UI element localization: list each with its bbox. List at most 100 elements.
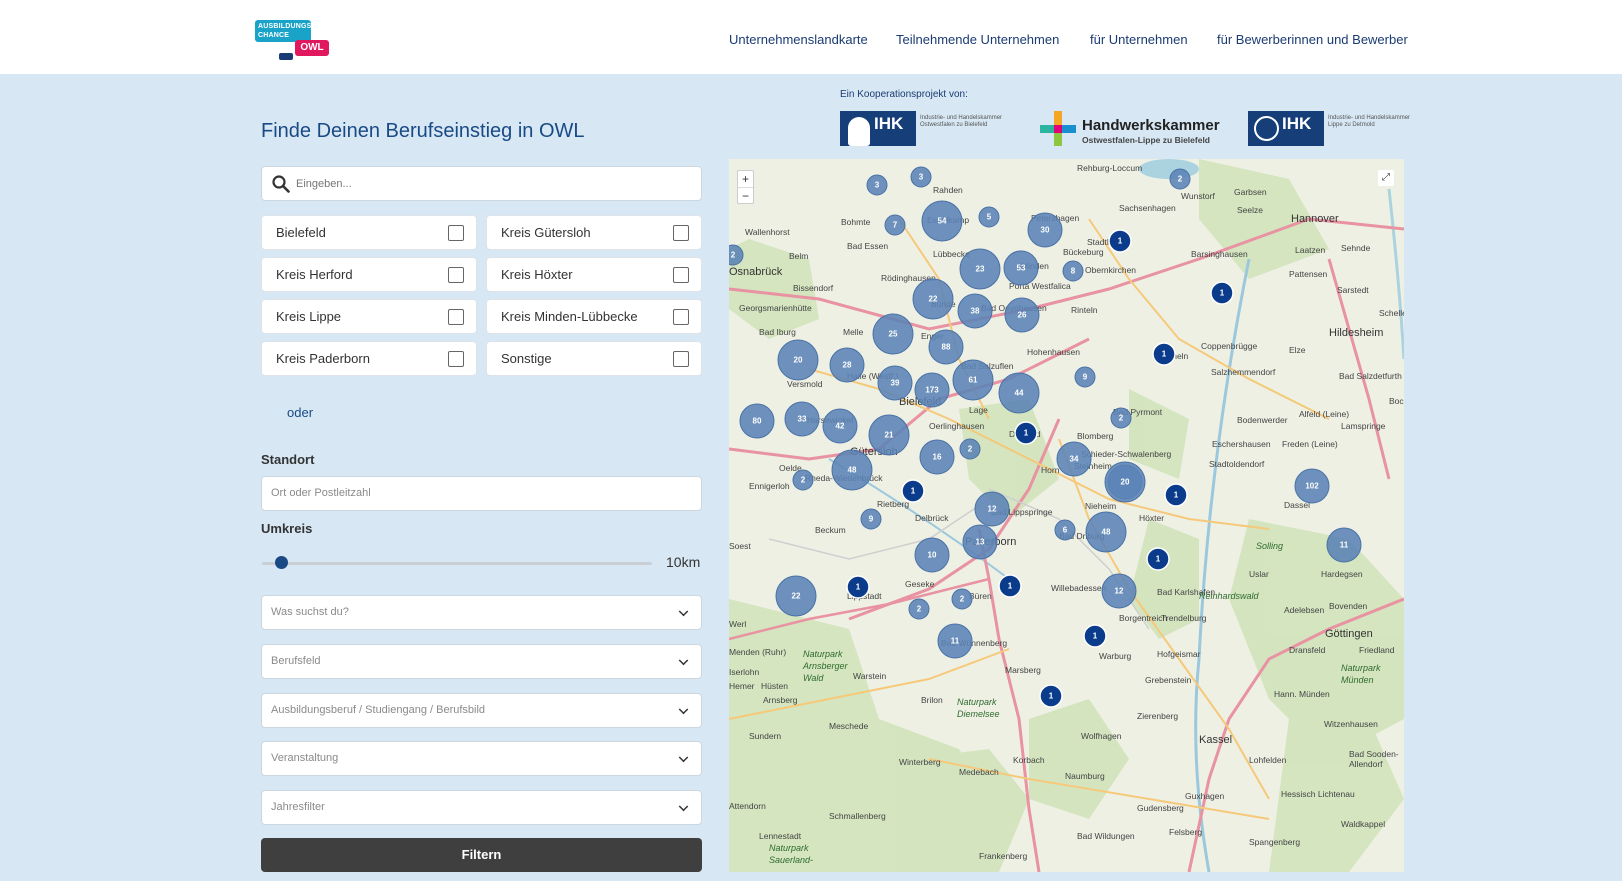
map-cluster-marker[interactable]: 30 (1027, 212, 1063, 248)
map-cluster-marker[interactable]: 1 (1039, 684, 1063, 708)
map-cluster-marker[interactable]: 16 (919, 439, 955, 475)
checkbox[interactable] (448, 309, 464, 325)
partner-ihk-bielefeld[interactable]: IHK Industrie- und Handelskammer Ostwest… (840, 111, 1015, 146)
map-cluster-marker[interactable]: 88 (928, 329, 964, 365)
select-veranstaltung[interactable]: Veranstaltung (261, 741, 702, 776)
map-cluster-marker[interactable]: 54 (921, 200, 963, 242)
map-cluster-marker[interactable]: 28 (829, 347, 865, 383)
cluster-count: 2 (731, 251, 736, 260)
map-cluster-marker[interactable]: 22 (912, 278, 954, 320)
map-cluster-marker[interactable]: 1 (1146, 547, 1170, 571)
select-was-suchst-du[interactable]: Was suchst du? (261, 595, 702, 630)
map-cluster-marker[interactable]: 53 (1003, 250, 1039, 286)
oder-toggle[interactable]: oder (287, 405, 313, 420)
map-cluster-marker[interactable]: 48 (1085, 511, 1127, 553)
checkbox[interactable] (673, 267, 689, 283)
map-cluster-marker[interactable]: 34 (1056, 441, 1092, 477)
map-cluster-marker[interactable]: 39 (877, 365, 913, 401)
map-cluster-marker[interactable]: 2 (792, 469, 814, 491)
map-cluster-marker[interactable]: 173 (914, 372, 950, 408)
svg-text:Bad Iburg: Bad Iburg (759, 327, 796, 337)
svg-text:Ennigerloh: Ennigerloh (749, 481, 790, 491)
map-cluster-marker[interactable]: 21 (868, 414, 910, 456)
map-svg[interactable]: Rehburg-Loccum Garbsen Hannover Wunstorf… (729, 159, 1404, 872)
nav-fuer-unternehmen[interactable]: für Unternehmen (1090, 32, 1188, 47)
map-cluster-marker[interactable]: 80 (739, 403, 775, 439)
map-cluster-marker[interactable]: 1 (998, 574, 1022, 598)
search-input[interactable] (296, 173, 691, 195)
map-cluster-marker[interactable]: 3 (866, 174, 888, 196)
map-cluster-marker[interactable]: 8 (1062, 260, 1084, 282)
site-logo[interactable]: AUSBILDUNGS CHANCE OWL (255, 20, 331, 60)
map-cluster-marker[interactable]: 1 (1083, 624, 1107, 648)
map-cluster-marker[interactable]: 23 (959, 248, 1001, 290)
partner-ihk-lippe[interactable]: IHK Industrie- und Handelskammer Lippe z… (1248, 111, 1410, 146)
map-cluster-marker[interactable]: 1 (846, 575, 870, 599)
map-cluster-marker[interactable]: 12 (1101, 573, 1137, 609)
map-cluster-marker[interactable]: 61 (952, 359, 994, 401)
map-cluster-marker[interactable]: 102 (1294, 468, 1330, 504)
map-cluster-marker[interactable]: 25 (872, 313, 914, 355)
nav-unternehmenslandkarte[interactable]: Unternehmenslandkarte (729, 32, 868, 47)
map-cluster-marker[interactable]: 2 (1169, 168, 1191, 190)
map-cluster-marker[interactable]: 2 (959, 438, 981, 460)
filter-button[interactable]: Filtern (261, 838, 702, 872)
region-kreis-lippe[interactable]: Kreis Lippe (261, 299, 477, 334)
checkbox[interactable] (673, 309, 689, 325)
map-cluster-marker[interactable]: 5 (978, 206, 1000, 228)
umkreis-slider-track[interactable] (262, 562, 652, 565)
map-cluster-marker[interactable]: 33 (784, 401, 820, 437)
checkbox[interactable] (673, 225, 689, 241)
map-cluster-marker[interactable]: 38 (957, 293, 993, 329)
map-cluster-marker[interactable]: 11 (937, 623, 973, 659)
map-cluster-marker[interactable]: 2 (908, 598, 930, 620)
map-cluster-marker[interactable]: 44 (998, 372, 1040, 414)
standort-field[interactable]: Ort oder Postleitzahl (261, 476, 702, 511)
zoom-out-button[interactable]: − (738, 187, 753, 203)
map-cluster-marker[interactable]: 1 (1014, 421, 1038, 445)
checkbox[interactable] (448, 351, 464, 367)
map-cluster-marker[interactable]: 2 (951, 588, 973, 610)
zoom-in-button[interactable]: + (738, 171, 753, 187)
region-sonstige[interactable]: Sonstige (486, 341, 702, 376)
nav-fuer-bewerber[interactable]: für Bewerberinnen und Bewerber (1217, 32, 1408, 47)
map-cluster-marker[interactable]: 6 (1054, 519, 1076, 541)
map-cluster-marker[interactable]: 13 (962, 524, 998, 560)
map-cluster-marker[interactable]: 48 (831, 449, 873, 491)
map-cluster-marker[interactable]: 20 (777, 339, 819, 381)
region-kreis-hoexter[interactable]: Kreis Höxter (486, 257, 702, 292)
checkbox[interactable] (448, 225, 464, 241)
select-ausbildungsberuf[interactable]: Ausbildungsberuf / Studiengang / Berufsb… (261, 693, 702, 728)
map-cluster-marker[interactable]: 2 (1110, 407, 1132, 429)
nav-teilnehmende-unternehmen[interactable]: Teilnehmende Unternehmen (896, 32, 1059, 47)
map-cluster-marker[interactable]: 1 (1210, 281, 1234, 305)
region-kreis-guetersloh[interactable]: Kreis Gütersloh (486, 215, 702, 250)
region-bielefeld[interactable]: Bielefeld (261, 215, 477, 250)
select-jahresfilter[interactable]: Jahresfilter (261, 790, 702, 825)
map-cluster-marker[interactable]: 20 (1104, 461, 1146, 503)
map-canvas[interactable]: Rehburg-Loccum Garbsen Hannover Wunstorf… (729, 159, 1404, 872)
map-cluster-marker[interactable]: 10 (914, 537, 950, 573)
map-cluster-marker[interactable]: 3 (910, 166, 932, 188)
region-kreis-paderborn[interactable]: Kreis Paderborn (261, 341, 477, 376)
map-cluster-marker[interactable]: 26 (1004, 297, 1040, 333)
region-kreis-herford[interactable]: Kreis Herford (261, 257, 477, 292)
region-kreis-minden-luebbecke[interactable]: Kreis Minden-Lübbecke (486, 299, 702, 334)
map-cluster-marker[interactable]: 7 (884, 214, 906, 236)
map-cluster-marker[interactable]: 9 (860, 508, 882, 530)
map-cluster-marker[interactable]: 1 (1108, 229, 1132, 253)
map-cluster-marker[interactable]: 9 (1074, 366, 1096, 388)
umkreis-slider-thumb[interactable] (275, 556, 288, 569)
map-cluster-marker[interactable]: 42 (822, 408, 858, 444)
checkbox[interactable] (448, 267, 464, 283)
partner-handwerkskammer[interactable]: Handwerkskammer Ostwestfalen-Lippe zu Bi… (1040, 111, 1230, 146)
map-cluster-marker[interactable]: 1 (1164, 483, 1188, 507)
map-cluster-marker[interactable]: 22 (775, 575, 817, 617)
map-cluster-marker[interactable]: 1 (901, 479, 925, 503)
fullscreen-icon[interactable]: ⤢ (1378, 170, 1394, 186)
map-cluster-marker[interactable]: 1 (1152, 342, 1176, 366)
map-cluster-marker[interactable]: 12 (974, 491, 1010, 527)
select-berufsfeld[interactable]: Berufsfeld (261, 644, 702, 679)
checkbox[interactable] (673, 351, 689, 367)
map-cluster-marker[interactable]: 11 (1326, 527, 1362, 563)
